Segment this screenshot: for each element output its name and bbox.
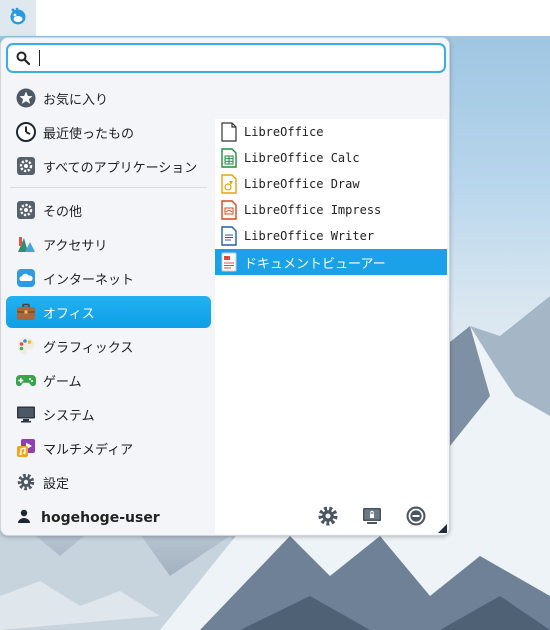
application-list: LibreOffice LibreOffice Calc LibreOffice… bbox=[215, 119, 447, 534]
category-separator bbox=[10, 187, 207, 188]
libreoffice-icon bbox=[220, 122, 238, 142]
settings-manager-button[interactable] bbox=[316, 506, 340, 530]
briefcase-icon bbox=[15, 301, 37, 323]
document-viewer-icon bbox=[220, 252, 238, 272]
app-label: LibreOffice Draw bbox=[244, 177, 360, 191]
user-info: hogehoge-user bbox=[17, 509, 160, 527]
libreoffice-impress-icon bbox=[220, 200, 238, 220]
category-label: すべてのアプリケーション bbox=[43, 160, 198, 176]
app-label: LibreOffice Calc bbox=[244, 151, 360, 165]
whisker-menu: お気に入り 最近使ったもの すべてのアプリケーション その他 アクセサリ インタ… bbox=[0, 37, 450, 536]
multimedia-icon bbox=[15, 437, 37, 459]
category-accessories[interactable]: アクセサリ bbox=[6, 228, 211, 260]
clock-icon bbox=[15, 121, 37, 143]
palette-icon bbox=[15, 335, 37, 357]
category-multimedia[interactable]: マルチメディア bbox=[6, 432, 211, 464]
category-label: 設定 bbox=[43, 476, 70, 492]
app-libreoffice-draw[interactable]: LibreOffice Draw bbox=[215, 171, 447, 197]
app-document-viewer[interactable]: ドキュメントビューアー bbox=[215, 249, 447, 275]
category-label: システム bbox=[43, 408, 95, 424]
category-list: お気に入り 最近使ったもの すべてのアプリケーション その他 アクセサリ インタ… bbox=[6, 82, 211, 500]
user-icon bbox=[17, 509, 31, 527]
settings-icon bbox=[15, 471, 37, 493]
lock-screen-icon bbox=[361, 505, 383, 531]
app-libreoffice-calc[interactable]: LibreOffice Calc bbox=[215, 145, 447, 171]
category-other[interactable]: その他 bbox=[6, 194, 211, 226]
monitor-icon bbox=[15, 403, 37, 425]
libreoffice-calc-icon bbox=[220, 148, 238, 168]
app-label: LibreOffice Impress bbox=[244, 203, 382, 217]
category-games[interactable]: ゲーム bbox=[6, 364, 211, 396]
libreoffice-draw-icon bbox=[220, 174, 238, 194]
search-box[interactable] bbox=[6, 43, 446, 73]
category-graphics[interactable]: グラフィックス bbox=[6, 330, 211, 362]
menu-footer: hogehoge-user bbox=[1, 500, 451, 536]
log-out-icon bbox=[405, 505, 427, 531]
app-libreoffice[interactable]: LibreOffice bbox=[215, 119, 447, 145]
xfce-mouse-icon bbox=[8, 6, 28, 30]
top-panel bbox=[0, 0, 550, 36]
gamepad-icon bbox=[15, 369, 37, 391]
app-label: ドキュメントビューアー bbox=[244, 256, 386, 272]
cloud-icon bbox=[15, 267, 37, 289]
search-icon bbox=[11, 51, 35, 65]
category-label: お気に入り bbox=[43, 92, 109, 108]
accessories-icon bbox=[15, 233, 37, 255]
category-all-applications[interactable]: すべてのアプリケーション bbox=[6, 150, 211, 182]
gear-icon bbox=[15, 155, 37, 177]
app-libreoffice-impress[interactable]: LibreOffice Impress bbox=[215, 197, 447, 223]
libreoffice-writer-icon bbox=[220, 226, 238, 246]
gear-icon bbox=[15, 199, 37, 221]
app-label: LibreOffice bbox=[244, 125, 324, 139]
whisker-menu-button[interactable] bbox=[0, 0, 36, 36]
category-label: ゲーム bbox=[43, 374, 82, 390]
star-icon bbox=[15, 87, 37, 109]
gear-icon bbox=[317, 505, 339, 531]
category-recent[interactable]: 最近使ったもの bbox=[6, 116, 211, 148]
category-internet[interactable]: インターネット bbox=[6, 262, 211, 294]
app-label: LibreOffice Writer bbox=[244, 229, 375, 243]
category-label: その他 bbox=[43, 204, 83, 220]
username: hogehoge-user bbox=[41, 510, 160, 526]
category-favorites[interactable]: お気に入り bbox=[6, 82, 211, 114]
search-input[interactable] bbox=[40, 46, 440, 70]
category-label: グラフィックス bbox=[43, 340, 134, 356]
category-system[interactable]: システム bbox=[6, 398, 211, 430]
resize-grip[interactable] bbox=[438, 524, 447, 533]
category-office[interactable]: オフィス bbox=[6, 296, 211, 328]
category-label: インターネット bbox=[43, 272, 135, 288]
category-label: マルチメディア bbox=[43, 442, 134, 458]
lock-screen-button[interactable] bbox=[360, 506, 384, 530]
app-libreoffice-writer[interactable]: LibreOffice Writer bbox=[215, 223, 447, 249]
category-label: 最近使ったもの bbox=[43, 126, 135, 142]
category-settings[interactable]: 設定 bbox=[6, 466, 211, 498]
category-label: アクセサリ bbox=[43, 238, 108, 254]
category-label: オフィス bbox=[43, 306, 95, 322]
log-out-button[interactable] bbox=[404, 506, 428, 530]
